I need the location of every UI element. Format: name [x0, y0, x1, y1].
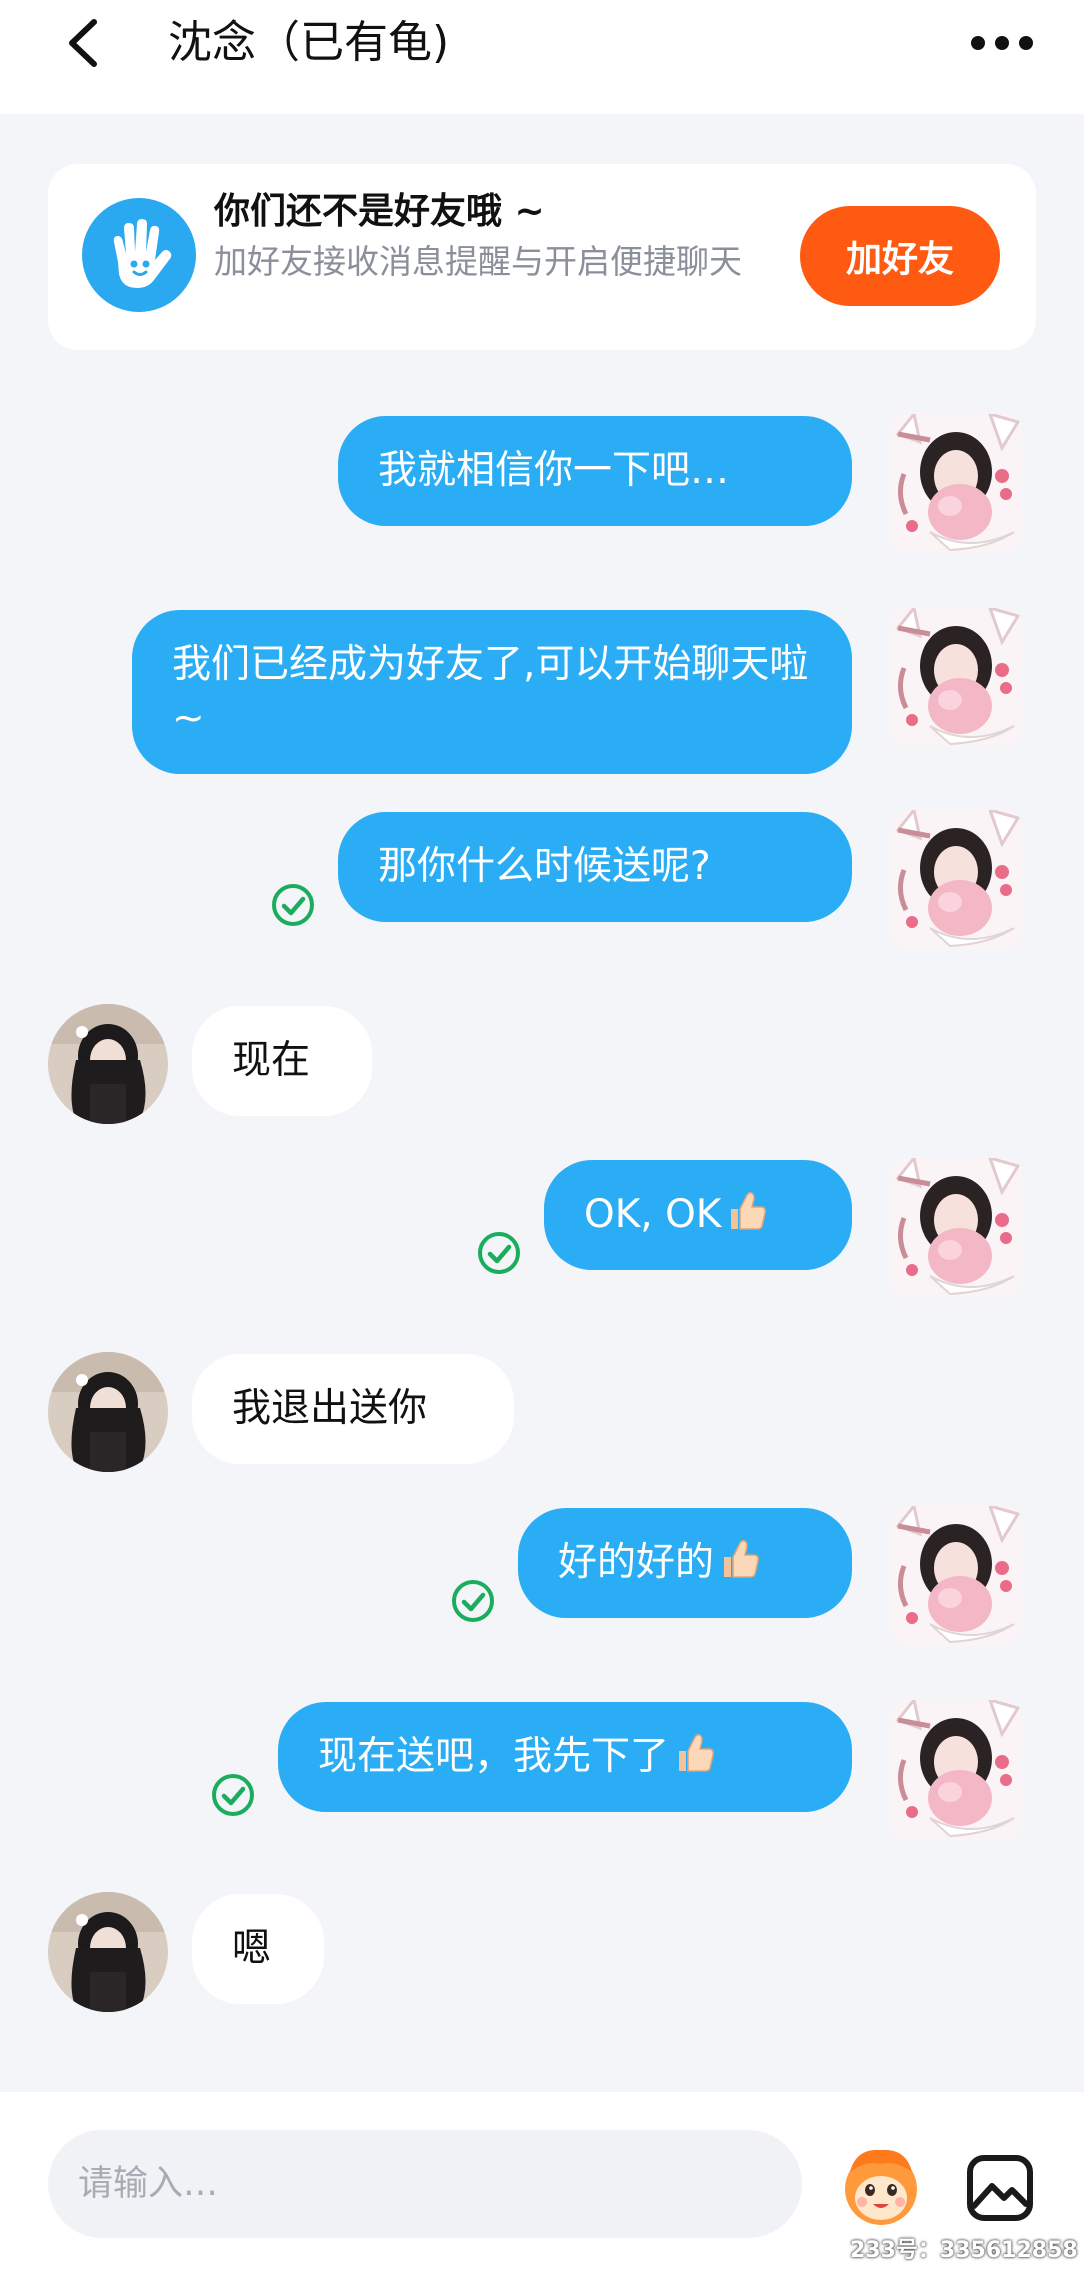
more-horizontal-icon: [971, 36, 1033, 50]
read-check-icon: [478, 1232, 520, 1274]
message-bubble-other[interactable]: 嗯: [192, 1894, 324, 2004]
message-bubble-me[interactable]: 那你什么时候送呢?: [338, 812, 852, 922]
message-text: 嗯: [232, 1926, 272, 1971]
contact-avatar[interactable]: [48, 1352, 168, 1472]
my-avatar[interactable]: [890, 1158, 1022, 1298]
thumbs-up-icon: [724, 1539, 759, 1578]
read-check-icon: [212, 1774, 254, 1816]
read-check-icon: [452, 1580, 494, 1622]
image-icon[interactable]: [960, 2148, 1040, 2228]
message-bubble-me[interactable]: OK, OK: [544, 1160, 852, 1270]
message-bubble-me[interactable]: 我就相信你一下吧…: [338, 416, 852, 526]
message-bubble-me[interactable]: 好的好的: [518, 1508, 852, 1618]
message-bubble-me[interactable]: 现在送吧，我先下了: [278, 1702, 852, 1812]
message-text: 现在: [232, 1038, 311, 1083]
message-text: 现在送吧，我先下了: [318, 1734, 670, 1779]
sticker-face-icon[interactable]: [836, 2142, 926, 2232]
banner-subtitle: 加好友接收消息提醒与开启便捷聊天: [214, 242, 742, 281]
more-button[interactable]: [960, 8, 1044, 78]
message-text: 好的好的: [558, 1540, 715, 1585]
message-bubble-other[interactable]: 我退出送你: [192, 1354, 514, 1464]
my-avatar[interactable]: [890, 414, 1022, 554]
message-text: 我们已经成为好友了,可以开始聊天啦~: [172, 642, 809, 741]
banner-title: 你们还不是好友哦 ~: [214, 191, 545, 232]
contact-avatar[interactable]: [48, 1004, 168, 1124]
message-text: 那你什么时候送呢?: [378, 844, 711, 889]
contact-avatar[interactable]: [48, 1892, 168, 2012]
thumbs-up-icon: [679, 1733, 714, 1772]
message-text: OK, OK: [584, 1192, 722, 1237]
friend-request-banner: 你们还不是好友哦 ~ 加好友接收消息提醒与开启便捷聊天 加好友: [48, 164, 1036, 350]
chat-title: 沈念（已有龟): [168, 17, 450, 68]
my-avatar[interactable]: [890, 608, 1022, 748]
read-check-icon: [272, 884, 314, 926]
chevron-left-icon: [69, 19, 97, 67]
message-text: 我就相信你一下吧…: [378, 448, 730, 493]
message-bubble-me[interactable]: 我们已经成为好友了,可以开始聊天啦~: [132, 610, 852, 774]
back-button[interactable]: [52, 8, 122, 78]
my-avatar[interactable]: [890, 810, 1022, 950]
message-bubble-other[interactable]: 现在: [192, 1006, 372, 1116]
add-friend-button[interactable]: 加好友: [800, 206, 1000, 306]
thumbs-up-icon: [731, 1191, 767, 1230]
my-avatar[interactable]: [890, 1700, 1022, 1840]
waving-hand-icon: [82, 198, 196, 312]
my-avatar[interactable]: [890, 1506, 1022, 1646]
watermark: 233号：335612858: [850, 2238, 1078, 2263]
message-input[interactable]: [48, 2130, 802, 2238]
message-text: 我退出送你: [232, 1386, 428, 1431]
chat-header: 沈念（已有龟): [0, 0, 1084, 114]
